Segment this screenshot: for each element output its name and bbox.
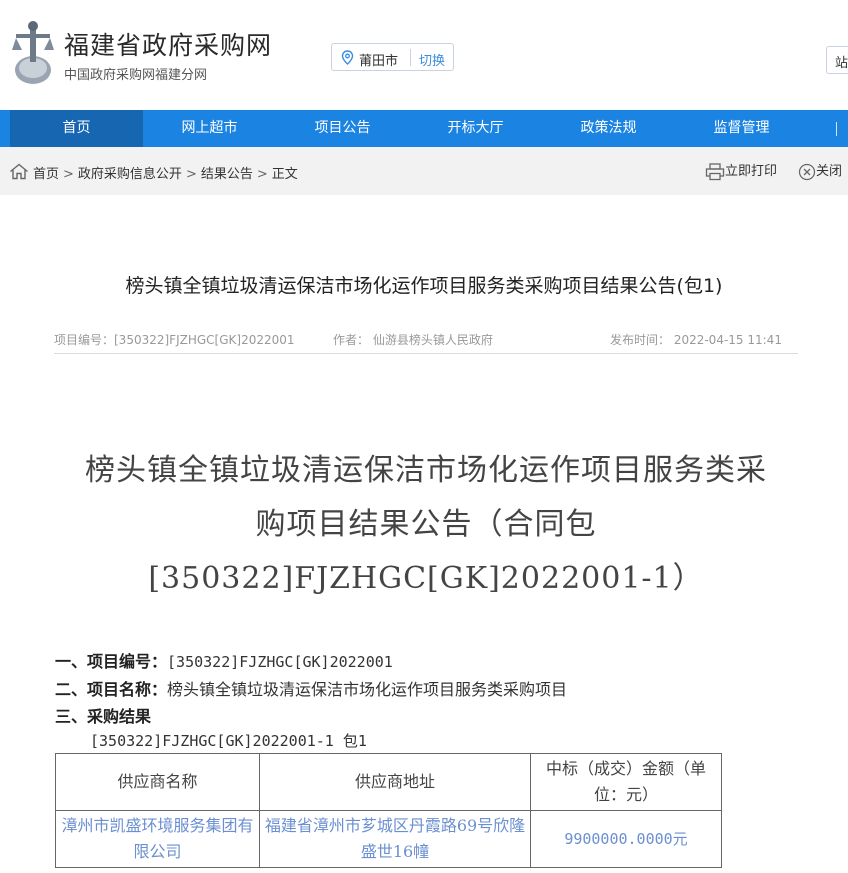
emblem-logo[interactable] (10, 20, 56, 86)
close-icon (798, 163, 816, 180)
nav-item-supervision[interactable]: 监督管理 (675, 110, 808, 147)
site-header: 福建省政府采购网 中国政府采购网福建分网 莆田市 切换 站 (0, 0, 848, 110)
meta-divider (54, 353, 798, 354)
breadcrumb-result-notice[interactable]: 结果公告 (201, 167, 253, 182)
notice-heading-line2: 购项目结果公告（合同包 (255, 507, 597, 542)
nav-item-bid-hall[interactable]: 开标大厅 (409, 110, 542, 147)
table-header-row: 供应商名称 供应商地址 中标（成交）金额（单位：元） (55, 753, 722, 811)
breadcrumb-separator: > (256, 167, 268, 182)
city-selector[interactable]: 莆田市 切换 (331, 43, 454, 71)
project-name-value: 榜头镇全镇垃圾清运保洁市场化运作项目服务类采购项目 (167, 680, 568, 699)
location-pin-icon (341, 50, 354, 65)
nav-item-online-mall[interactable]: 网上超市 (143, 110, 276, 147)
table-header-cell: 供应商名称 (55, 753, 260, 811)
table-row: 漳州市凯盛环境服务集团有限公司 福建省漳州市芗城区丹霞路69号欣隆盛世16幢 9… (55, 810, 722, 868)
site-title[interactable]: 福建省政府采购网 (64, 26, 272, 62)
author-meta: 作者： 仙游县榜头镇人民政府 (333, 333, 493, 347)
table-header-cell: 供应商地址 (259, 753, 531, 811)
print-label: 立即打印 (725, 164, 778, 179)
site-subtitle: 中国政府采购网福建分网 (64, 68, 208, 83)
divider (410, 49, 411, 66)
breadcrumb-current: 正文 (271, 167, 298, 182)
breadcrumb: 首页 > 政府采购信息公开 > 结果公告 > 正文 (33, 163, 298, 182)
breadcrumb-bar: 首页 > 政府采购信息公开 > 结果公告 > 正文 立即打印 关闭 (0, 147, 848, 195)
header-corner-button[interactable]: 站 (826, 46, 848, 74)
table-header-cell: 中标（成交）金额（单位：元） (530, 753, 722, 811)
current-city: 莆田市 (359, 54, 399, 69)
printer-icon (705, 162, 725, 180)
close-label: 关闭 (816, 164, 843, 179)
breadcrumb-separator: > (185, 167, 197, 182)
section-procurement-result: 三、采购结果 (55, 703, 151, 727)
nav-item-announcements[interactable]: 项目公告 (276, 110, 409, 147)
main-nav: 首页 网上超市 项目公告 开标大厅 政策法规 监督管理 (0, 110, 848, 147)
breadcrumb-separator: > (63, 167, 74, 182)
supplier-address-cell: 福建省漳州市芗城区丹霞路69号欣隆盛世16幢 (259, 810, 531, 868)
bid-amount-cell: 9900000.0000元 (530, 810, 722, 868)
close-button[interactable]: 关闭 (798, 160, 842, 181)
nav-divider (836, 122, 837, 136)
switch-city-link[interactable]: 切换 (419, 50, 445, 69)
notice-heading: 榜头镇全镇垃圾清运保洁市场化运作项目服务类采 购项目结果公告（合同包 [3503… (54, 444, 798, 606)
supplier-name-cell: 漳州市凯盛环境服务集团有限公司 (55, 810, 260, 868)
nav-item-policy[interactable]: 政策法规 (542, 110, 675, 147)
package-label: [350322]FJZHGC[GK]2022001-1 包1 (90, 732, 367, 750)
section-label: 一、项目编号： (55, 652, 168, 671)
section-project-name: 二、项目名称：榜头镇全镇垃圾清运保洁市场化运作项目服务类采购项目 (55, 676, 567, 700)
results-table: 供应商名称 供应商地址 中标（成交）金额（单位：元） 漳州市凯盛环境服务集团有限… (55, 753, 722, 868)
section-project-number: 一、项目编号：[350322]FJZHGC[GK]2022001 (55, 648, 393, 672)
article-title: 榜头镇全镇垃圾清运保洁市场化运作项目服务类采购项目结果公告(包1) (125, 275, 723, 297)
nav-item-home[interactable]: 首页 (10, 110, 143, 147)
notice-heading-line3: [350322]FJZHGC[GK]2022001-1） (148, 561, 704, 596)
project-number-meta: 项目编号：[350322]FJZHGC[GK]2022001 (54, 333, 295, 347)
section-label: 二、项目名称： (55, 680, 168, 699)
breadcrumb-home[interactable]: 首页 (33, 167, 59, 182)
section-label: 三、采购结果 (55, 707, 152, 726)
print-button[interactable]: 立即打印 (705, 160, 777, 181)
publish-time-meta: 发布时间： 2022-04-15 11:41 (610, 333, 782, 347)
notice-heading-line1: 榜头镇全镇垃圾清运保洁市场化运作项目服务类采 (85, 453, 767, 488)
home-icon (10, 163, 28, 180)
project-number-value: [350322]FJZHGC[GK]2022001 (167, 653, 393, 671)
breadcrumb-info-disclosure[interactable]: 政府采购信息公开 (78, 167, 182, 182)
